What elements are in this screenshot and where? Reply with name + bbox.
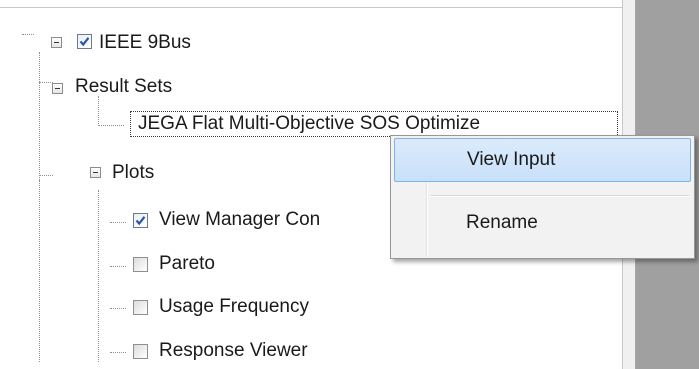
tree-node-root-label[interactable]: IEEE 9Bus bbox=[99, 32, 191, 54]
app-window: IEEE 9Bus Result Sets JEGA Flat Multi-Ob… bbox=[0, 0, 699, 369]
tree-line bbox=[39, 82, 53, 83]
menu-separator bbox=[431, 195, 689, 197]
tree-line bbox=[39, 175, 53, 176]
tree-node-plots-label[interactable]: Plots bbox=[112, 162, 154, 184]
tree-node-plot-label[interactable]: Pareto bbox=[159, 253, 215, 275]
tree-line bbox=[98, 96, 99, 126]
menu-item-rename[interactable]: Rename bbox=[394, 202, 691, 246]
context-menu: View Input Rename bbox=[390, 135, 695, 259]
menu-item-label: Rename bbox=[466, 212, 538, 233]
tree-node-plot-label[interactable]: Response Viewer bbox=[159, 340, 308, 362]
collapse-icon[interactable] bbox=[90, 167, 101, 178]
plot-item-checkbox[interactable] bbox=[133, 213, 148, 228]
plot-item-checkbox[interactable] bbox=[133, 300, 148, 315]
tree-node-plot-label[interactable]: Usage Frequency bbox=[159, 296, 309, 318]
tree-line bbox=[98, 190, 99, 362]
tree-node-plot-label[interactable]: View Manager Con bbox=[159, 209, 320, 231]
plot-item-checkbox[interactable] bbox=[133, 257, 148, 272]
tree-line bbox=[110, 352, 126, 353]
tree-node-result-sets-label[interactable]: Result Sets bbox=[75, 76, 172, 98]
tree-line bbox=[22, 34, 34, 35]
check-mark-icon bbox=[79, 37, 90, 47]
tree-line bbox=[110, 222, 126, 223]
collapse-icon[interactable] bbox=[51, 37, 62, 48]
tree-line bbox=[110, 308, 126, 309]
check-mark-icon bbox=[135, 216, 146, 226]
tree-node-result-item-label[interactable]: JEGA Flat Multi-Objective SOS Optimize bbox=[138, 113, 480, 135]
menu-item-label: View Input bbox=[467, 149, 556, 170]
tree-line bbox=[39, 180, 40, 362]
tree-line bbox=[110, 266, 126, 267]
root-checkbox[interactable] bbox=[77, 34, 92, 49]
tree-line bbox=[98, 125, 124, 126]
menu-item-view-input[interactable]: View Input bbox=[394, 138, 691, 182]
plot-item-checkbox[interactable] bbox=[133, 344, 148, 359]
tree-top-border bbox=[0, 7, 622, 8]
collapse-icon[interactable] bbox=[52, 83, 63, 94]
